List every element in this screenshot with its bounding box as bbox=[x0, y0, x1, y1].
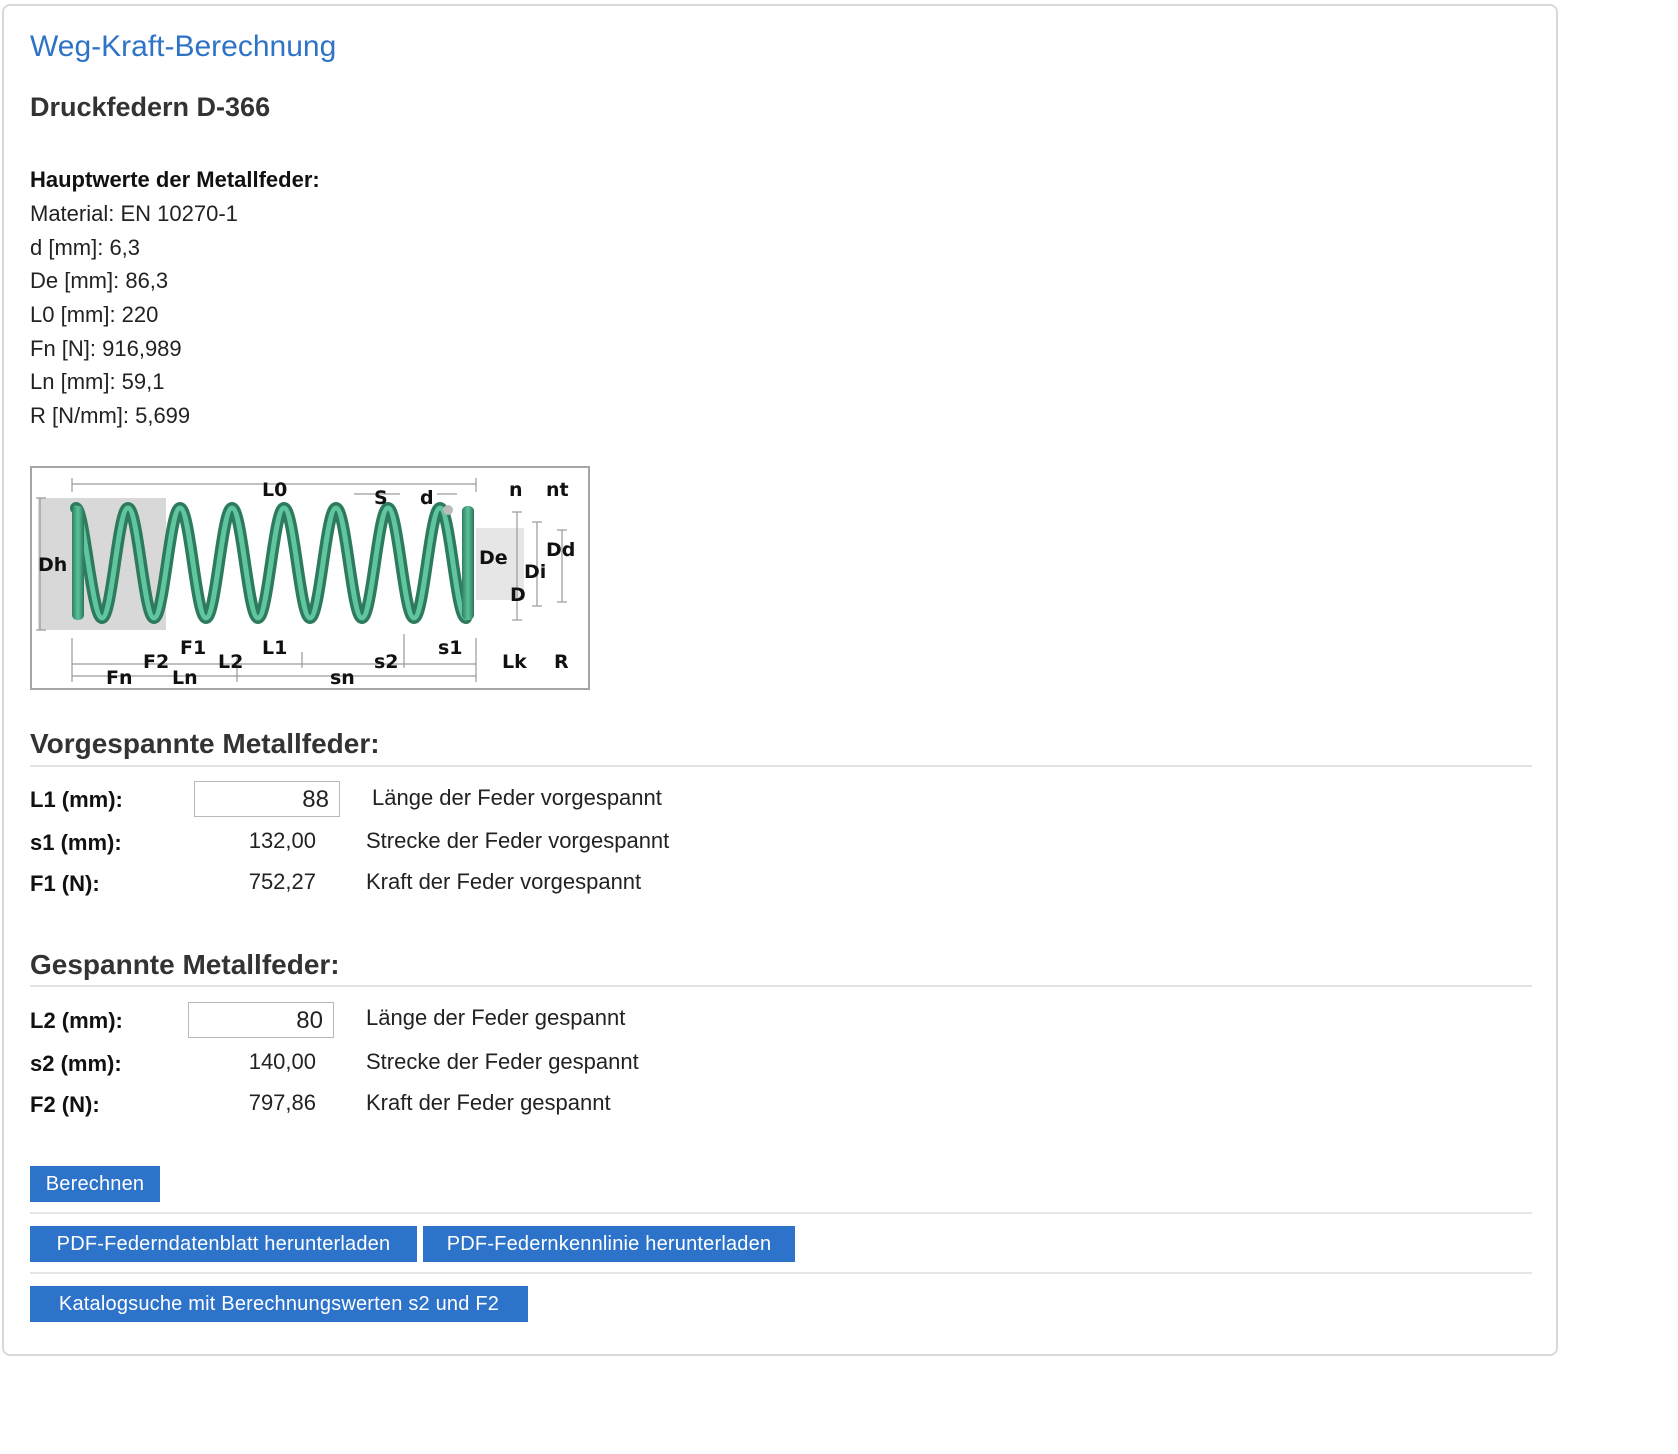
L2-label: L2 (mm): bbox=[30, 1008, 123, 1033]
label-sn: sn bbox=[330, 667, 355, 688]
label-L0: L0 bbox=[262, 479, 287, 501]
info-outer-diameter: De [mm]: 86,3 bbox=[30, 268, 169, 293]
label-L2: L2 bbox=[218, 651, 243, 673]
label-n: n bbox=[509, 479, 523, 501]
info-material: Material: EN 10270-1 bbox=[30, 201, 238, 226]
label-Dd: Dd bbox=[546, 539, 575, 561]
main-values-heading: Hauptwerte der Metallfeder: bbox=[30, 167, 320, 192]
catalog-search-button[interactable]: Katalogsuche mit Berechnungswerten s2 un… bbox=[30, 1286, 528, 1322]
F2-description: Kraft der Feder gespannt bbox=[366, 1090, 611, 1115]
spring-diagram: L0 S d n nt Dh De Dd Di D F1 L1 s1 F2 L2… bbox=[30, 466, 590, 690]
info-min-length: Ln [mm]: 59,1 bbox=[30, 369, 165, 394]
buttons-divider-1 bbox=[30, 1212, 1532, 1214]
label-nt: nt bbox=[546, 479, 569, 501]
s2-description: Strecke der Feder gespannt bbox=[366, 1049, 639, 1074]
label-Lk: Lk bbox=[502, 651, 527, 673]
L2-description: Länge der Feder gespannt bbox=[366, 1005, 626, 1030]
label-R: R bbox=[554, 651, 569, 673]
label-S: S bbox=[374, 487, 388, 509]
label-D: D bbox=[510, 584, 526, 606]
info-free-length: L0 [mm]: 220 bbox=[30, 302, 159, 327]
label-F1: F1 bbox=[180, 637, 206, 659]
label-s2: s2 bbox=[374, 651, 399, 673]
L1-input[interactable] bbox=[194, 781, 340, 817]
tensioned-heading: Gespannte Metallfeder: bbox=[30, 949, 340, 980]
s2-label: s2 (mm): bbox=[30, 1051, 122, 1076]
F1-value: 752,27 bbox=[248, 869, 316, 894]
label-d: d bbox=[420, 487, 434, 509]
page-title: Weg-Kraft-Berechnung bbox=[30, 30, 337, 63]
info-spring-rate: R [N/mm]: 5,699 bbox=[30, 403, 191, 428]
label-Fn: Fn bbox=[106, 667, 133, 688]
label-s1: s1 bbox=[438, 637, 463, 659]
preloaded-heading: Vorgespannte Metallfeder: bbox=[30, 728, 380, 759]
label-Dh: Dh bbox=[38, 554, 67, 576]
pdf-datasheet-button[interactable]: PDF-Federndatenblatt herunterladen bbox=[30, 1226, 417, 1262]
L2-input[interactable] bbox=[188, 1002, 334, 1038]
L1-description: Länge der Feder vorgespannt bbox=[372, 785, 662, 810]
info-wire-diameter: d [mm]: 6,3 bbox=[30, 235, 141, 260]
calculate-button[interactable]: Berechnen bbox=[30, 1166, 160, 1202]
F2-value: 797,86 bbox=[248, 1090, 316, 1115]
label-Ln: Ln bbox=[172, 667, 198, 688]
label-F2: F2 bbox=[143, 651, 169, 673]
L1-label: L1 (mm): bbox=[30, 787, 123, 812]
tensioned-divider bbox=[30, 985, 1532, 987]
info-max-force: Fn [N]: 916,989 bbox=[30, 336, 182, 361]
s2-value: 140,00 bbox=[248, 1049, 316, 1074]
buttons-divider-2 bbox=[30, 1272, 1532, 1274]
product-subtitle: Druckfedern D-366 bbox=[30, 92, 271, 122]
F2-label: F2 (N): bbox=[30, 1092, 100, 1117]
F1-label: F1 (N): bbox=[30, 871, 100, 896]
s1-description: Strecke der Feder vorgespannt bbox=[366, 828, 670, 853]
label-De: De bbox=[479, 547, 508, 569]
preloaded-divider bbox=[30, 765, 1532, 767]
spring-diagram-graphic: L0 S d n nt Dh De Dd Di D F1 L1 s1 F2 L2… bbox=[36, 478, 575, 689]
s1-label: s1 (mm): bbox=[30, 830, 122, 855]
s1-value: 132,00 bbox=[248, 828, 316, 853]
label-L1: L1 bbox=[262, 637, 287, 659]
label-Di: Di bbox=[524, 561, 546, 583]
pdf-curve-button[interactable]: PDF-Federnkennlinie herunterladen bbox=[423, 1226, 795, 1262]
F1-description: Kraft der Feder vorgespannt bbox=[366, 869, 642, 894]
